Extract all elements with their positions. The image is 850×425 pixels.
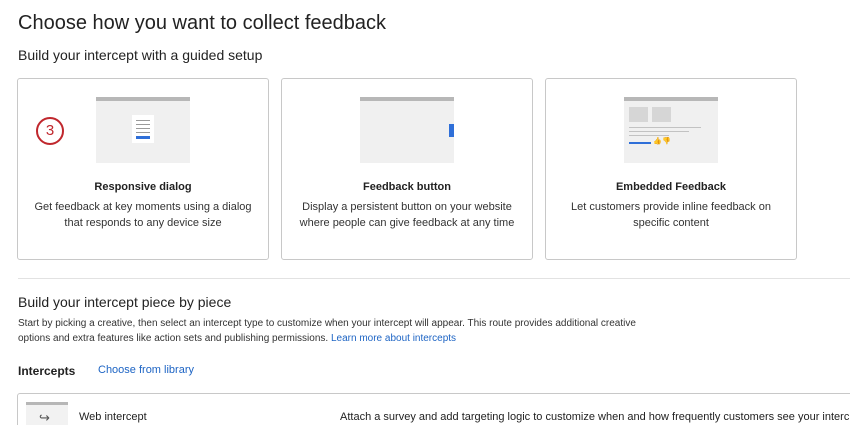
embedded-feedback-thumbnail-icon: 👍 👎 bbox=[624, 97, 718, 163]
choose-from-library-link[interactable]: Choose from library bbox=[98, 364, 194, 376]
piece-by-piece-description: Start by picking a creative, then select… bbox=[18, 316, 658, 346]
thumbs-down-icon: 👎 bbox=[662, 138, 671, 145]
card-description: Get feedback at key moments using a dial… bbox=[34, 201, 252, 229]
card-title: Embedded Feedback bbox=[615, 181, 727, 193]
page-title: Choose how you want to collect feedback bbox=[18, 12, 386, 34]
thumbs-up-icon: 👍 bbox=[653, 138, 662, 145]
intercept-description: Attach a survey and add targeting logic … bbox=[340, 411, 850, 423]
intercept-name: Web intercept bbox=[79, 411, 147, 423]
card-title: Feedback button bbox=[362, 181, 451, 193]
embedded-feedback-card[interactable]: 👍 👎 Embedded Feedback Let customers prov… bbox=[545, 78, 797, 260]
feedback-button-card[interactable]: Feedback button Display a persistent but… bbox=[281, 78, 533, 260]
web-intercept-icon: ↪ bbox=[26, 402, 68, 425]
intercepts-heading: Intercepts bbox=[18, 364, 76, 378]
card-title: Responsive dialog bbox=[94, 181, 192, 193]
piece-by-piece-text: Start by picking a creative, then select… bbox=[18, 318, 636, 344]
learn-more-intercepts-link[interactable]: Learn more about intercepts bbox=[331, 333, 456, 344]
card-description: Let customers provide inline feedback on… bbox=[571, 201, 771, 229]
web-intercept-row[interactable]: ↪ Web intercept Attach a survey and add … bbox=[17, 393, 850, 425]
feedback-button-thumbnail-icon bbox=[360, 97, 454, 163]
step-number-badge: 3 bbox=[36, 117, 64, 145]
card-description: Display a persistent button on your webs… bbox=[299, 201, 515, 229]
section-divider bbox=[18, 278, 850, 279]
responsive-dialog-card[interactable]: Responsive dialog Get feedback at key mo… bbox=[17, 78, 269, 260]
piece-by-piece-title: Build your intercept piece by piece bbox=[18, 294, 232, 310]
dialog-thumbnail-icon bbox=[96, 97, 190, 163]
guided-setup-subtitle: Build your intercept with a guided setup bbox=[18, 47, 263, 63]
